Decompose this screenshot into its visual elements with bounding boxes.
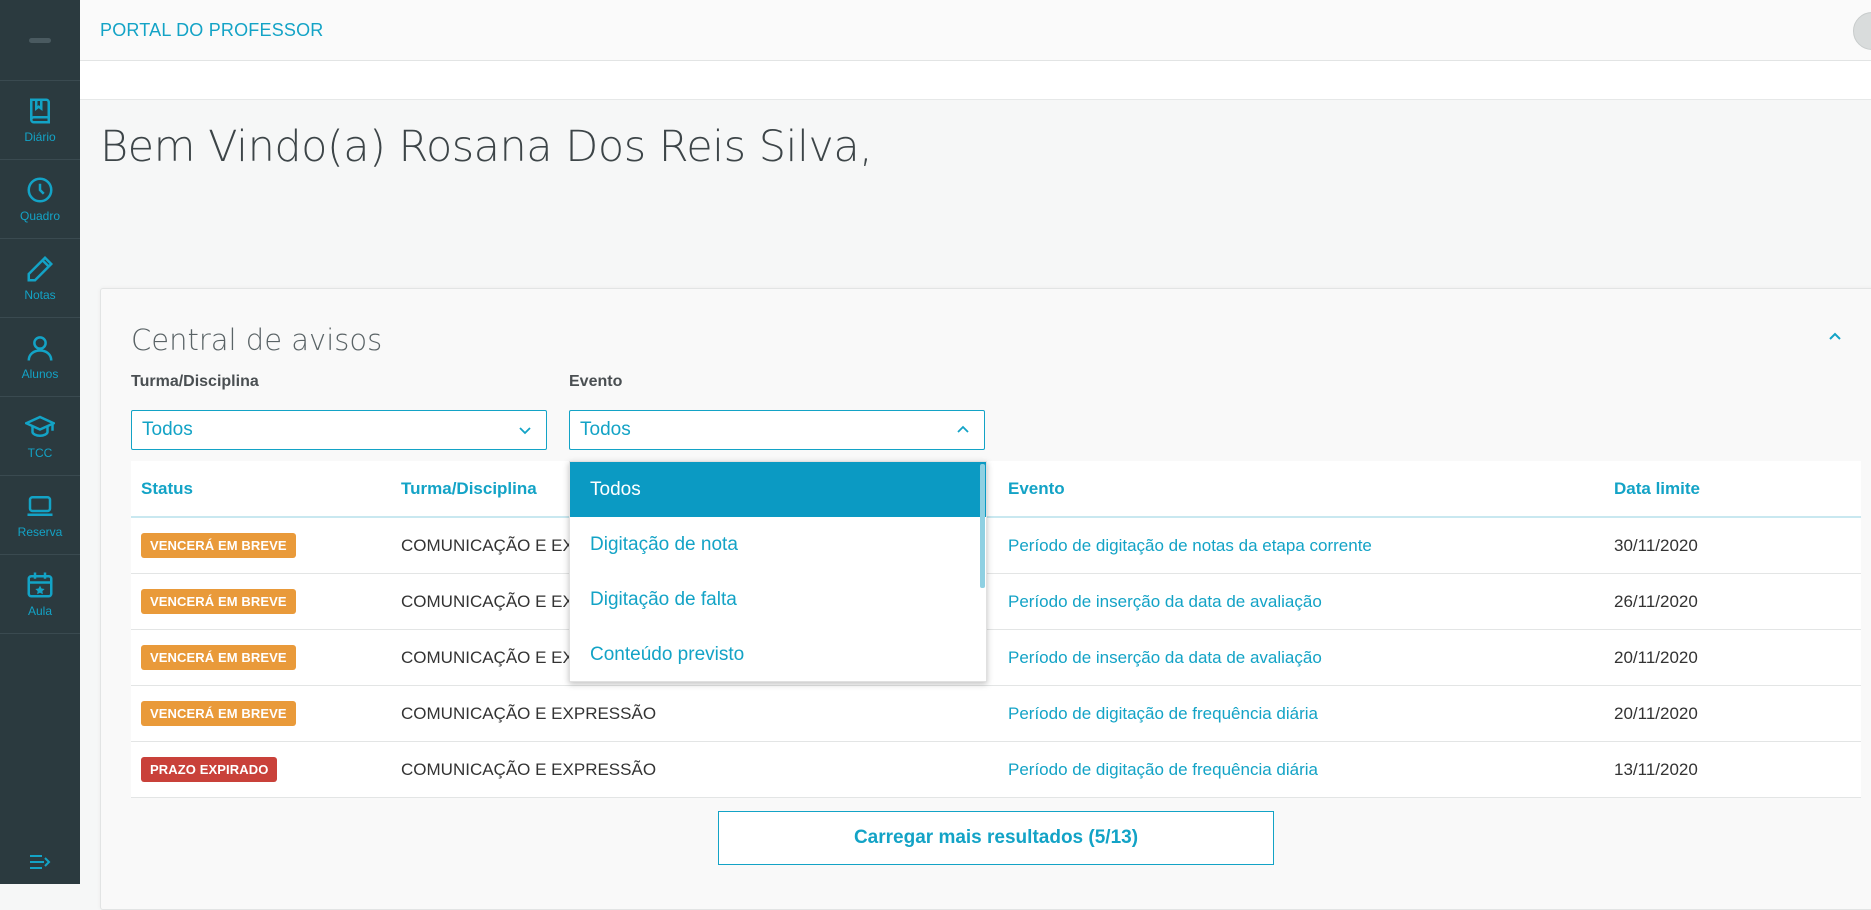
clock-icon <box>27 177 53 203</box>
dropdown-option-digitacao-falta[interactable]: Digitação de falta <box>570 572 986 627</box>
evento-cell[interactable]: Período de inserção da data de avaliação <box>1008 630 1322 685</box>
table-row[interactable]: VENCERÁ EM BREVE COMUNICAÇÃO E EXPRESSÃO… <box>131 686 1861 742</box>
sidebar-item-quadro[interactable]: Quadro <box>0 160 80 239</box>
evento-select-value: Todos <box>580 419 631 440</box>
turma-cell: COMUNICAÇÃO E EX <box>401 591 574 611</box>
evento-dropdown-list: Todos Digitação de nota Digitação de fal… <box>569 461 987 682</box>
sub-header-bar <box>80 61 1871 100</box>
sidebar-item-label: Alunos <box>21 367 59 381</box>
data-limite-cell: 20/11/2020 <box>1614 647 1698 667</box>
user-icon <box>27 336 53 361</box>
data-limite-cell: 26/11/2020 <box>1614 591 1698 611</box>
sidebar-item-tcc[interactable]: TCC <box>0 397 80 476</box>
data-limite-cell: 30/11/2020 <box>1614 535 1698 555</box>
sidebar-item-label: Diário <box>24 130 56 144</box>
top-header: PORTAL DO PROFESSOR <box>80 0 1871 61</box>
evento-select[interactable]: Todos <box>569 410 985 450</box>
column-header-status[interactable]: Status <box>141 479 193 499</box>
column-header-turma[interactable]: Turma/Disciplina <box>401 479 537 499</box>
evento-cell[interactable]: Período de digitação de frequência diári… <box>1008 686 1318 741</box>
laptop-icon <box>27 496 53 516</box>
data-limite-cell: 20/11/2020 <box>1614 703 1698 723</box>
turma-cell: COMUNICAÇÃO E EXPRESSÃO <box>401 759 657 779</box>
evento-cell[interactable]: Período de digitação de frequência diári… <box>1008 742 1318 797</box>
menu-collapse-button[interactable] <box>0 840 80 884</box>
table-header: Status Turma/Disciplina Evento Data limi… <box>131 461 1861 518</box>
sidebar-item-label: Notas <box>24 288 56 302</box>
table-row[interactable]: PRAZO EXPIRADO COMUNICAÇÃO E EXPRESSÃO P… <box>131 742 1861 798</box>
sidebar-item-label: Reserva <box>17 525 63 539</box>
avatar[interactable] <box>1853 12 1871 50</box>
turma-select-value: Todos <box>142 419 193 440</box>
evento-filter-label: Evento <box>569 373 623 390</box>
table-row[interactable]: VENCERÁ EM BREVE COMUNICAÇÃO E EX Períod… <box>131 630 1861 686</box>
data-limite-cell: 13/11/2020 <box>1614 759 1698 779</box>
sidebar-item-label: TCC <box>27 446 53 460</box>
column-header-data-limite[interactable]: Data limite <box>1614 479 1700 499</box>
book-icon <box>30 98 50 124</box>
sidebar-item-label: Quadro <box>19 209 61 223</box>
avisos-table: Status Turma/Disciplina Evento Data limi… <box>131 461 1861 798</box>
dropdown-scrollbar[interactable] <box>980 464 985 588</box>
chevron-up-icon[interactable] <box>1828 329 1842 343</box>
dropdown-option-conteudo-previsto[interactable]: Conteúdo previsto <box>570 627 986 681</box>
turma-cell: COMUNICAÇÃO E EXPRESSÃO <box>401 703 657 723</box>
logo <box>0 0 80 81</box>
sidebar: Diário Quadro Notas Alunos TCC Reserva A… <box>0 0 80 884</box>
status-badge: PRAZO EXPIRADO <box>141 757 278 782</box>
status-badge: VENCERÁ EM BREVE <box>141 701 296 726</box>
dropdown-option-digitacao-nota[interactable]: Digitação de nota <box>570 517 986 572</box>
card-title: Central de avisos <box>131 323 383 357</box>
welcome-heading: Bem Vindo(a) Rosana Dos Reis Silva, <box>100 122 873 172</box>
chevron-down-icon <box>519 427 531 435</box>
sidebar-item-alunos[interactable]: Alunos <box>0 318 80 397</box>
dropdown-option-todos[interactable]: Todos <box>570 462 986 517</box>
turma-select[interactable]: Todos <box>131 410 547 450</box>
status-badge: VENCERÁ EM BREVE <box>141 589 296 614</box>
table-row[interactable]: VENCERÁ EM BREVE COMUNICAÇÃO E EX Períod… <box>131 574 1861 630</box>
portal-title: PORTAL DO PROFESSOR <box>100 19 324 40</box>
sidebar-item-aula[interactable]: Aula <box>0 555 80 634</box>
calendar-star-icon <box>27 572 53 598</box>
turma-filter-label: Turma/Disciplina <box>131 373 259 390</box>
load-more-button[interactable]: Carregar mais resultados (5/13) <box>718 811 1274 865</box>
table-row[interactable]: VENCERÁ EM BREVE COMUNICAÇÃO E EX Períod… <box>131 518 1861 574</box>
turma-cell: COMUNICAÇÃO E EX <box>401 647 574 667</box>
evento-cell[interactable]: Período de digitação de notas da etapa c… <box>1008 518 1372 573</box>
menu-collapse-icon <box>30 855 51 869</box>
sidebar-item-notas[interactable]: Notas <box>0 239 80 318</box>
column-header-evento[interactable]: Evento <box>1008 479 1065 499</box>
turma-cell: COMUNICAÇÃO E EX <box>401 535 574 555</box>
evento-cell[interactable]: Período de inserção da data de avaliação <box>1008 574 1322 629</box>
status-badge: VENCERÁ EM BREVE <box>141 533 296 558</box>
status-badge: VENCERÁ EM BREVE <box>141 645 296 670</box>
sidebar-item-label: Aula <box>27 604 53 618</box>
sidebar-item-diario[interactable]: Diário <box>0 81 80 160</box>
chevron-up-icon <box>957 425 969 433</box>
pencil-icon <box>27 255 54 282</box>
sidebar-item-reserva[interactable]: Reserva <box>0 476 80 555</box>
graduation-cap-icon <box>25 415 55 438</box>
